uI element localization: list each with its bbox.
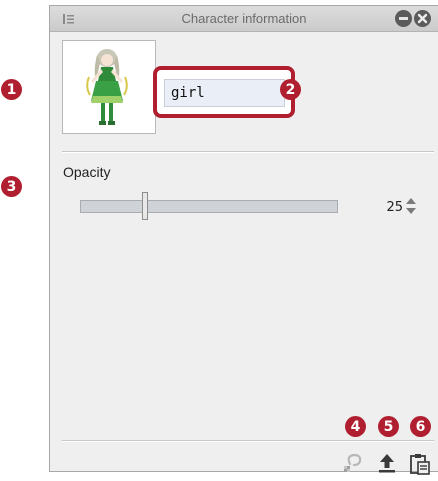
character-thumbnail[interactable] <box>62 40 156 134</box>
callout-2: 2 <box>280 79 301 100</box>
panel-titlebar[interactable]: Character information <box>50 6 438 32</box>
opacity-spinner-icon[interactable] <box>405 197 417 220</box>
callout-5: 5 <box>378 416 399 437</box>
opacity-slider[interactable] <box>80 200 338 213</box>
panel-title: Character information <box>181 11 307 26</box>
upload-icon[interactable] <box>376 452 398 479</box>
opacity-value[interactable]: 25 <box>375 200 403 215</box>
callout-6: 6 <box>410 416 431 437</box>
opacity-slider-thumb[interactable] <box>141 192 148 220</box>
divider <box>62 151 434 153</box>
minimize-icon[interactable] <box>395 10 412 27</box>
character-name-highlight <box>153 66 295 118</box>
bottom-divider <box>62 440 434 442</box>
opacity-label: Opacity <box>63 164 111 180</box>
callout-4: 4 <box>345 416 366 437</box>
callout-3: 3 <box>1 176 22 197</box>
callout-1: 1 <box>1 79 22 100</box>
character-name-field[interactable] <box>164 79 285 107</box>
reset-icon[interactable] <box>342 452 366 479</box>
character-information-panel: Character information girl Opacity 25 <box>49 5 438 475</box>
close-icon[interactable] <box>414 10 431 27</box>
